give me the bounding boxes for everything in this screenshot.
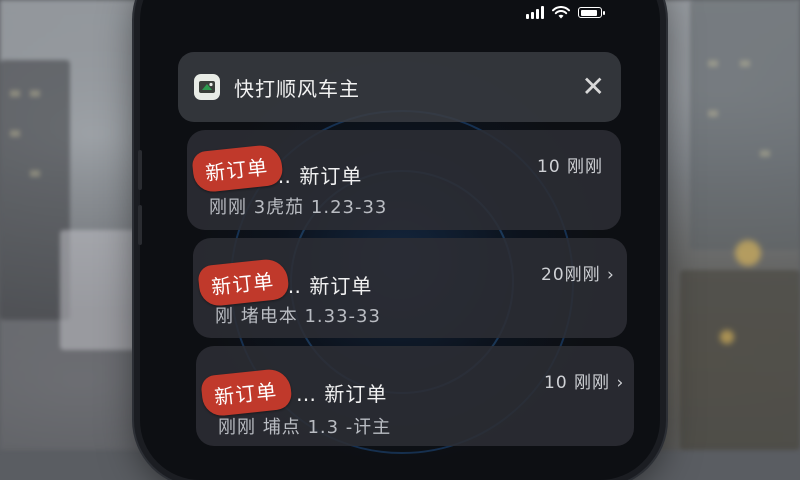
notification-card[interactable]: … 新订单 刚刚 3虎茄 1.23-33 10 刚刚 新订单 (187, 130, 621, 230)
notification-group-header[interactable]: 快打顺风车主 ✕ (178, 52, 621, 122)
status-bar (526, 6, 605, 19)
notification-detail: 刚刚 埔点 1.3 -讦主 (218, 417, 392, 438)
close-icon[interactable]: ✕ (582, 73, 605, 101)
notification-title: … 新订单 (281, 274, 373, 298)
app-icon (194, 74, 220, 100)
new-order-stamp: 新订单 (191, 143, 284, 194)
side-button (138, 150, 142, 190)
battery-icon (578, 7, 605, 18)
app-name: 快打顺风车主 (234, 76, 360, 101)
new-order-stamp: 新订单 (200, 367, 293, 418)
notification-detail: 刚 堵电本 1.33-33 (215, 306, 381, 327)
notification-card[interactable]: … 新订单 刚 堵电本 1.33-33 20刚刚 › 新订单 (193, 238, 627, 338)
notification-detail: 刚刚 3虎茄 1.23-33 (209, 197, 388, 218)
signal-icon (526, 6, 544, 19)
notification-time: 10 刚刚 › (544, 373, 625, 393)
side-button (138, 205, 142, 245)
wifi-icon (552, 6, 570, 19)
notification-title: … 新订单 (296, 382, 388, 406)
notification-time: 20刚刚 › (541, 265, 615, 285)
notification-card[interactable]: … 新订单 刚刚 埔点 1.3 -讦主 10 刚刚 › 新订单 (196, 346, 634, 446)
notification-title: … 新订单 (271, 164, 363, 188)
notification-time: 10 刚刚 (537, 157, 604, 177)
new-order-stamp: 新订单 (197, 257, 290, 308)
